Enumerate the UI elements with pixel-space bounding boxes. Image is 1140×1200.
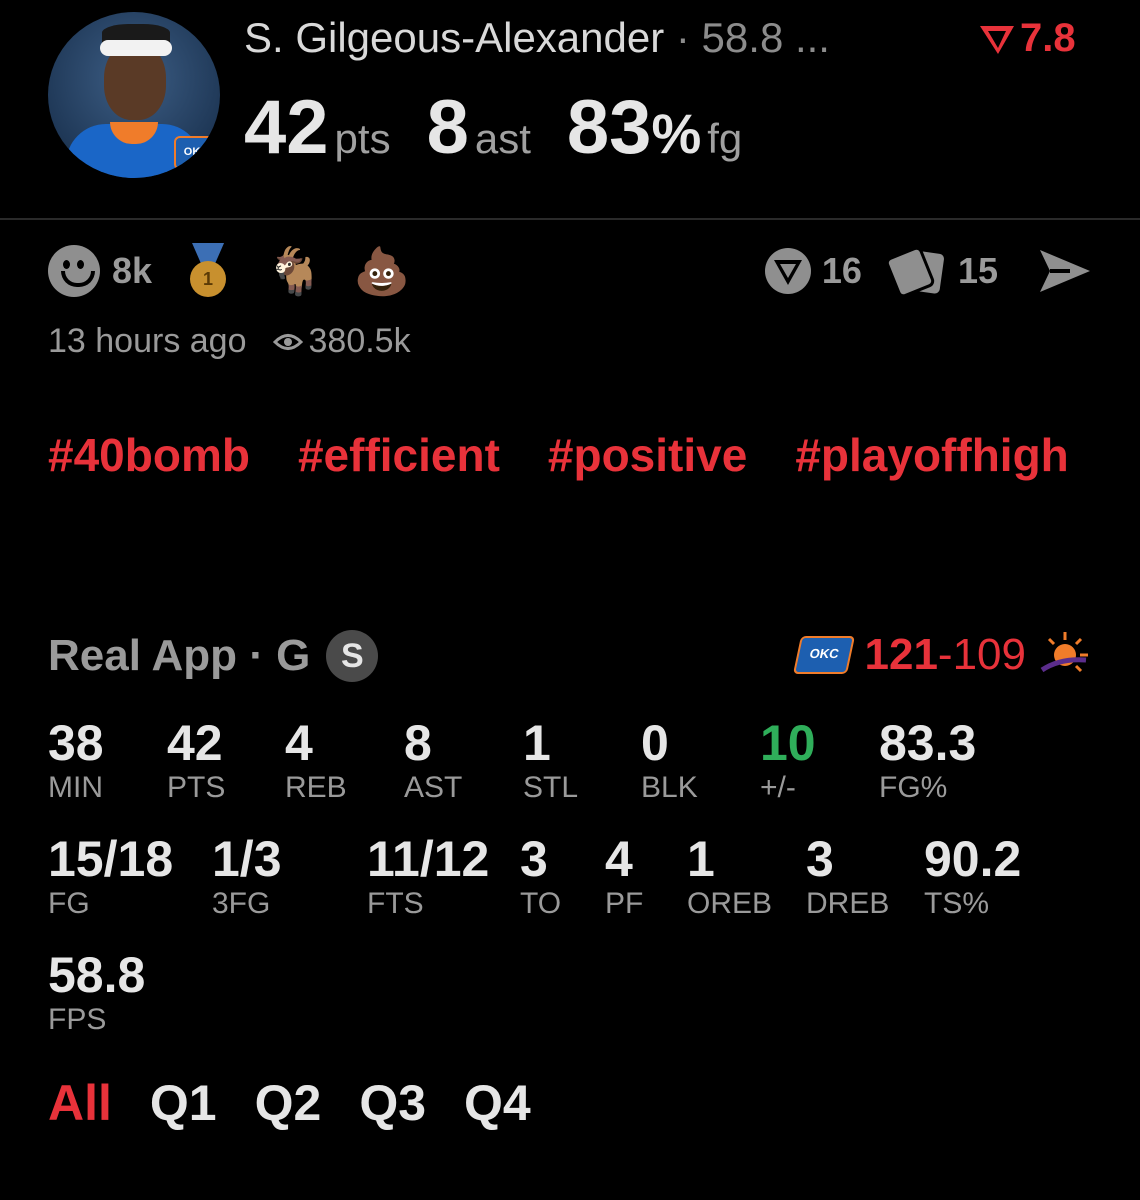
score-away: 109 (952, 630, 1026, 679)
header-divider (0, 218, 1140, 220)
stat-stl: 1 STL (523, 715, 579, 804)
stat-reb: 4 REB (285, 715, 347, 804)
rating-value: 7.8 (1020, 16, 1076, 60)
reaction-bar: 8k 1 🐐 💩 (48, 243, 411, 299)
tab-q1[interactable]: Q1 (150, 1074, 217, 1132)
stat-plus-minus: 10 +/- (760, 715, 816, 804)
hashtag[interactable]: #efficient (298, 428, 500, 482)
headline-pct-symbol: % (651, 102, 702, 165)
okc-logo-icon: OKC (174, 136, 218, 170)
eye-icon (272, 333, 303, 350)
stat-fps: 58.8 FPS (48, 947, 146, 1036)
headline-assists-unit: ast (474, 115, 531, 162)
vote-count: 16 (821, 250, 862, 291)
headline-points: 42 (244, 85, 329, 170)
reaction-count: 8k (112, 250, 153, 291)
hashtag-list: #40bomb #efficient #positive #playoffhig… (48, 428, 1098, 482)
poop-icon[interactable]: 💩 (353, 248, 410, 294)
headline-fg-unit: fg (707, 115, 743, 162)
cards-icon[interactable] (885, 246, 952, 296)
stat-3fg: 1/3 3FG (212, 831, 282, 920)
hashtag[interactable]: #playoffhigh (795, 428, 1068, 482)
engagement-bar: 16 15 (760, 244, 1094, 298)
player-name: S. Gilgeous-Alexander (244, 14, 665, 61)
vote-icon[interactable] (760, 245, 816, 297)
cards-count: 15 (957, 250, 998, 291)
hashtag[interactable]: #40bomb (48, 428, 250, 482)
headline-fg-pct: 83 (566, 85, 652, 170)
send-icon[interactable] (1036, 246, 1094, 296)
game-source: Real App · G (48, 631, 311, 680)
stat-to: 3 TO (520, 831, 562, 920)
player-avatar[interactable]: OKC (48, 12, 220, 178)
goat-icon[interactable]: 🐐 (266, 248, 323, 294)
game-score[interactable]: OKC 121 - 109 (792, 630, 1091, 680)
game-source-line: Real App · G S (48, 630, 379, 682)
score-home: 121 (864, 630, 938, 679)
headline-assists: 8 (426, 85, 469, 170)
smile-icon[interactable] (48, 245, 100, 297)
hashtag[interactable]: #positive (548, 428, 747, 482)
player-name-line[interactable]: S. Gilgeous-Alexander · 58.8 ... (244, 14, 830, 62)
headline-stats: 42 pts 8 ast 83 % fg (244, 84, 778, 171)
tab-q3[interactable]: Q3 (359, 1074, 426, 1132)
stat-ast: 8 AST (404, 715, 463, 804)
stat-blk: 0 BLK (641, 715, 698, 804)
rating-badge: 7.8 (978, 16, 1076, 61)
quarter-tabs: All Q1 Q2 Q3 Q4 (48, 1074, 569, 1132)
gold-medal-icon[interactable]: 1 (188, 243, 228, 299)
score-separator: - (937, 630, 953, 679)
view-count: 380.5k (308, 322, 411, 360)
okc-logo-icon: OKC (792, 636, 855, 674)
headline-points-unit: pts (334, 115, 391, 162)
time-ago: 13 hours ago (48, 322, 247, 360)
stat-pf: 4 PF (605, 831, 644, 920)
stat-oreb: 1 OREB (687, 831, 773, 920)
player-fps-short: · 58.8 ... (664, 14, 830, 61)
tab-all[interactable]: All (48, 1074, 112, 1132)
stat-pts: 42 PTS (167, 715, 226, 804)
avatar-headband (100, 40, 172, 56)
starter-badge: S (326, 630, 379, 682)
suns-logo-icon (1040, 632, 1088, 673)
post-meta: 13 hours ago 380.5k (48, 322, 411, 361)
real-logo-icon (980, 25, 1014, 54)
stat-fts: 11/12 FTS (367, 831, 490, 920)
stat-ts-pct: 90.2 TS% (924, 831, 1022, 920)
stat-min: 38 MIN (48, 715, 104, 804)
stat-fg-pct: 83.3 FG% (879, 715, 977, 804)
stat-dreb: 3 DREB (806, 831, 890, 920)
tab-q2[interactable]: Q2 (255, 1074, 322, 1132)
stat-fg: 15/18 FG (48, 831, 174, 920)
tab-q4[interactable]: Q4 (464, 1074, 531, 1132)
